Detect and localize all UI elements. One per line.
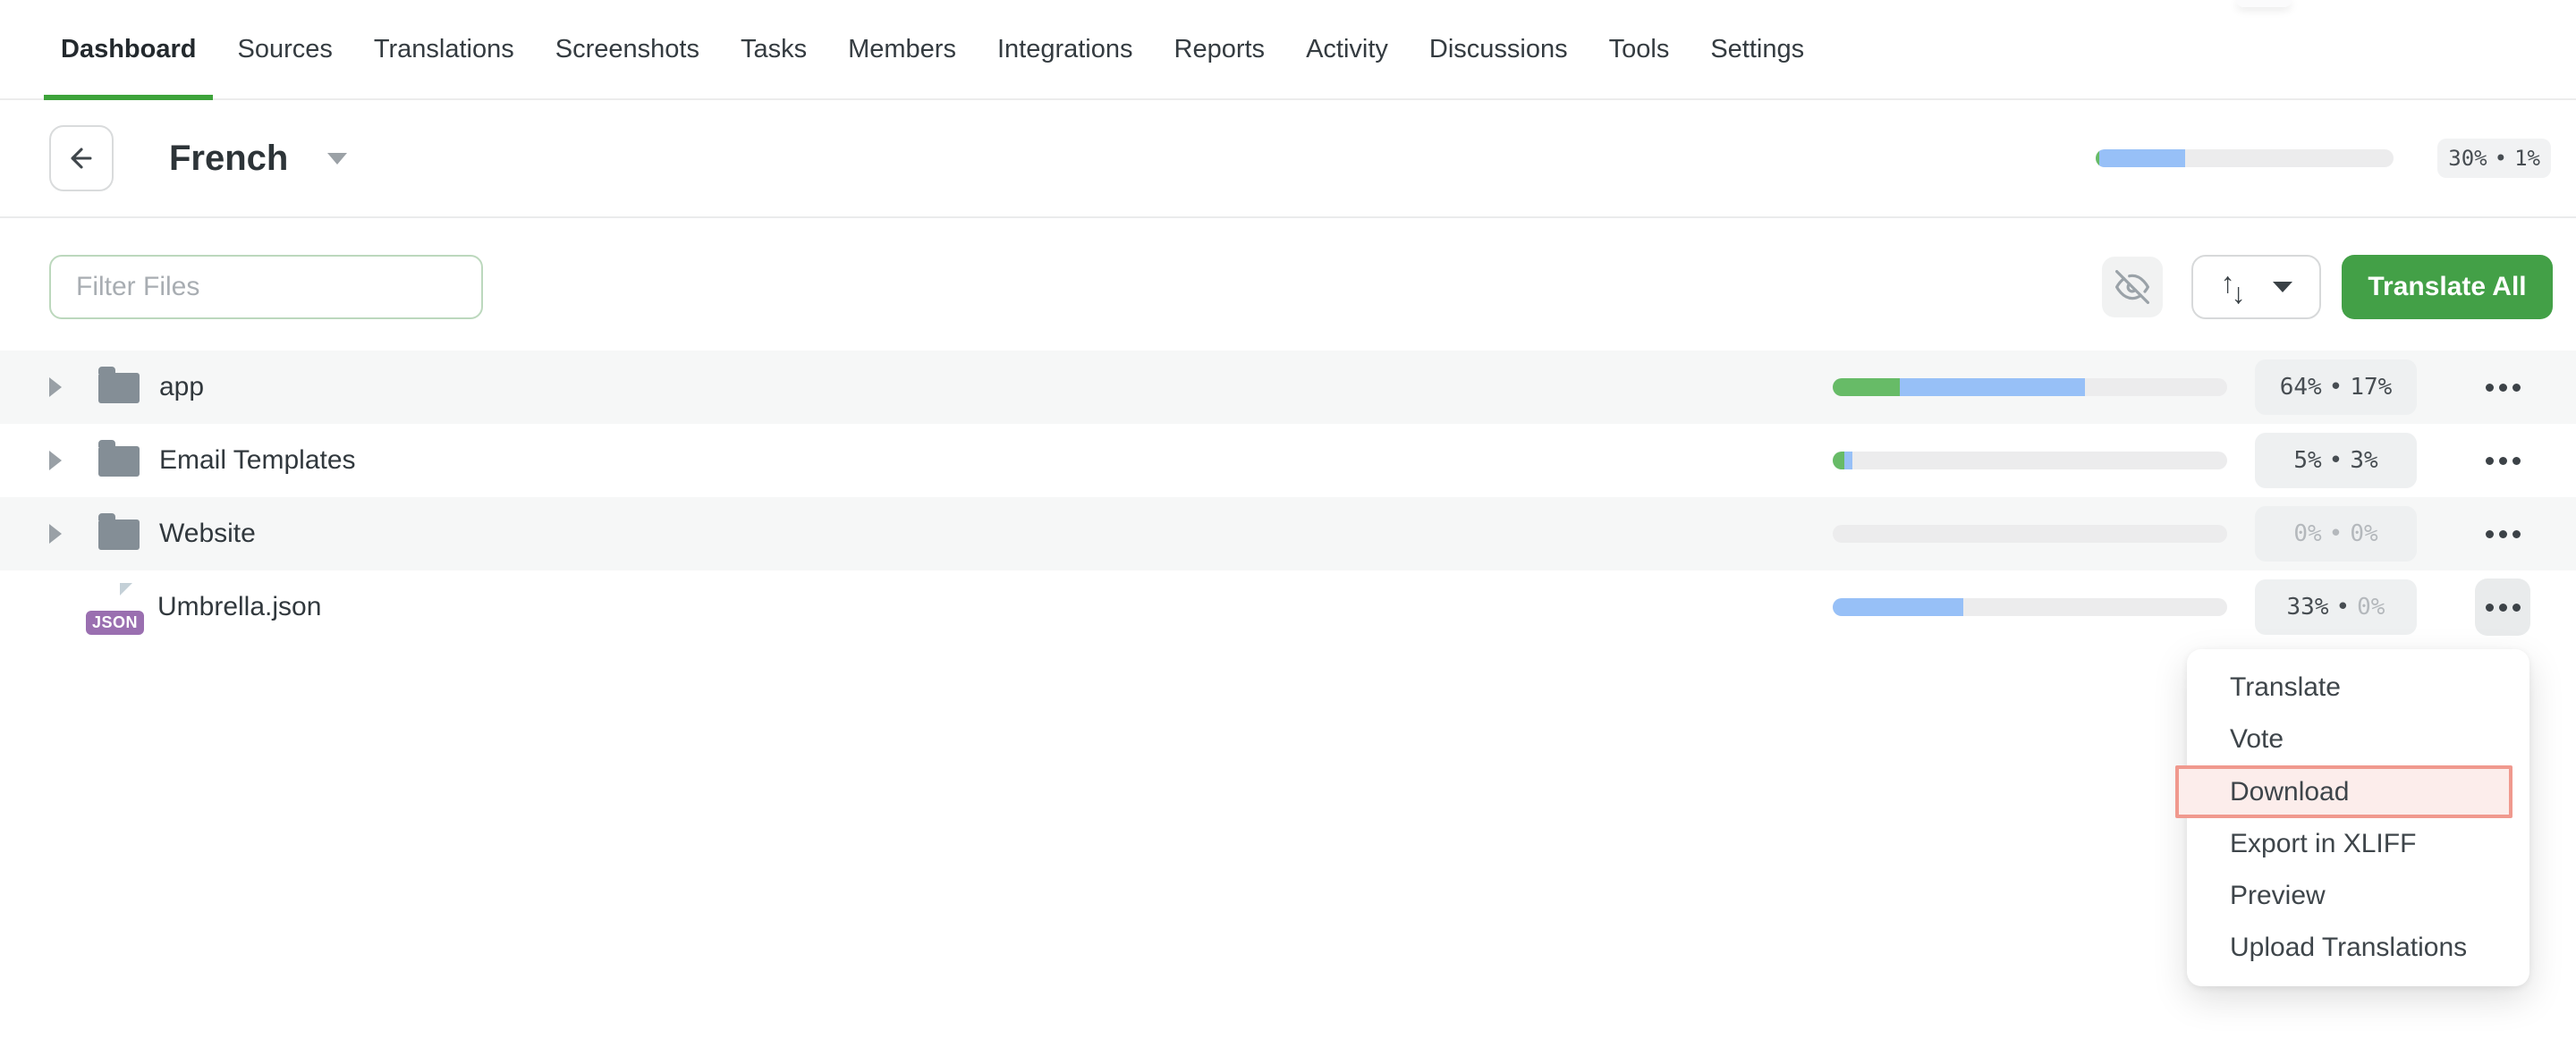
- row-actions-button[interactable]: [2475, 505, 2530, 562]
- menu-item-label: Preview: [2230, 881, 2326, 911]
- nav-tab-reports[interactable]: Reports: [1157, 0, 1283, 98]
- file-progress-badge: 0% • 0%: [2255, 506, 2417, 562]
- nav-tab-label: Tools: [1609, 35, 1670, 64]
- nav-tab-screenshots[interactable]: Screenshots: [538, 0, 716, 98]
- file-progress-badge: 33% • 0%: [2255, 579, 2417, 635]
- language-progress-badge: 30% • 1%: [2437, 139, 2551, 178]
- menu-item-export-in-xliff[interactable]: Export in XLIFF: [2187, 818, 2529, 870]
- chevron-down-icon: [2273, 282, 2292, 292]
- nav-tab-label: Dashboard: [61, 35, 196, 64]
- page-title: French: [169, 139, 288, 179]
- expand-chevron-icon[interactable]: [49, 524, 80, 544]
- nav-tab-label: Reports: [1174, 35, 1266, 64]
- file-name: Website: [159, 519, 256, 549]
- nav-tab-members[interactable]: Members: [831, 0, 973, 98]
- approved-progress-segment: [1833, 452, 1844, 469]
- arrow-left-icon: [66, 143, 97, 173]
- nav-tab-label: Settings: [1710, 35, 1804, 64]
- translated-progress-segment: [1844, 452, 1852, 469]
- file-row-email-templates[interactable]: Email Templates 5% • 3%: [0, 424, 2576, 497]
- dot-separator: •: [2336, 594, 2351, 621]
- file-progress-bar: [1833, 452, 2227, 469]
- nav-tab-translations[interactable]: Translations: [357, 0, 531, 98]
- menu-item-label: Export in XLIFF: [2230, 829, 2416, 859]
- nav-tab-label: Tasks: [741, 35, 807, 64]
- file-list: app 64% • 17% Email Templates: [0, 351, 2576, 644]
- nav-tab-label: Translations: [374, 35, 514, 64]
- file-progress-badge: 5% • 3%: [2255, 433, 2417, 488]
- nav-tab-sources[interactable]: Sources: [220, 0, 349, 98]
- file-progress-bar: [1833, 378, 2227, 396]
- nav-tab-tasks[interactable]: Tasks: [724, 0, 824, 98]
- file-row-app[interactable]: app 64% • 17%: [0, 351, 2576, 424]
- nav-tab-settings[interactable]: Settings: [1693, 0, 1821, 98]
- file-name: Email Templates: [159, 445, 356, 476]
- file-name: app: [159, 372, 204, 402]
- sort-arrows-icon: ↑↓: [2221, 273, 2250, 301]
- dot-separator: •: [2329, 447, 2343, 474]
- filter-files-input[interactable]: [49, 255, 483, 319]
- nav-tab-integrations[interactable]: Integrations: [980, 0, 1150, 98]
- row-actions-button[interactable]: [2475, 432, 2530, 489]
- language-progress-bar: [2096, 149, 2394, 167]
- dot-separator: •: [2329, 374, 2343, 401]
- menu-item-label: Vote: [2230, 724, 2284, 755]
- language-dropdown-caret-icon[interactable]: [327, 153, 347, 165]
- cropped-popover-remnant: [2236, 0, 2292, 7]
- file-row-umbrella-json[interactable]: JSON Umbrella.json 33% • 0%: [0, 570, 2576, 644]
- file-row-website[interactable]: Website 0% • 0%: [0, 497, 2576, 570]
- json-file-icon: JSON: [98, 583, 132, 624]
- file-name: Umbrella.json: [157, 592, 321, 622]
- nav-tab-label: Members: [848, 35, 956, 64]
- expand-chevron-icon[interactable]: [49, 377, 80, 397]
- nav-tab-label: Integrations: [997, 35, 1133, 64]
- translated-progress-segment: [1900, 378, 2085, 396]
- language-header: French 30% • 1%: [0, 100, 2576, 218]
- json-file-type-badge: JSON: [86, 611, 144, 635]
- menu-item-label: Download: [2230, 777, 2349, 807]
- folder-icon: [98, 446, 140, 477]
- translate-all-button[interactable]: Translate All: [2342, 255, 2553, 319]
- nav-tab-label: Discussions: [1429, 35, 1568, 64]
- sort-button[interactable]: ↑↓: [2191, 255, 2321, 319]
- row-actions-button[interactable]: [2475, 579, 2530, 636]
- nav-tab-dashboard[interactable]: Dashboard: [44, 0, 213, 98]
- menu-item-label: Translate: [2230, 672, 2341, 703]
- menu-item-label: Upload Translations: [2230, 933, 2467, 963]
- nav-tab-label: Activity: [1306, 35, 1388, 64]
- file-progress-badge: 64% • 17%: [2255, 359, 2417, 415]
- folder-icon: [98, 520, 140, 550]
- nav-tab-label: Sources: [237, 35, 332, 64]
- nav-tab-activity[interactable]: Activity: [1289, 0, 1405, 98]
- menu-item-preview[interactable]: Preview: [2187, 870, 2529, 922]
- expand-chevron-icon[interactable]: [49, 451, 80, 470]
- menu-item-vote[interactable]: Vote: [2187, 714, 2529, 765]
- nav-tab-discussions[interactable]: Discussions: [1412, 0, 1585, 98]
- nav-tab-tools[interactable]: Tools: [1592, 0, 1687, 98]
- project-nav: Dashboard Sources Translations Screensho…: [0, 0, 2576, 100]
- toggle-hidden-files-button[interactable]: [2102, 257, 2163, 317]
- approved-progress-segment: [1833, 378, 1900, 396]
- menu-item-translate[interactable]: Translate: [2187, 662, 2529, 714]
- folder-icon: [98, 373, 140, 403]
- nav-tabs: Dashboard Sources Translations Screensho…: [44, 0, 1828, 98]
- translated-progress-segment: [2099, 149, 2186, 167]
- eye-off-icon: [2115, 270, 2149, 304]
- file-progress-bar: [1833, 525, 2227, 543]
- file-context-menu: Translate Vote Download Export in XLIFF …: [2187, 649, 2529, 986]
- dot-separator: •: [2329, 520, 2343, 547]
- row-actions-button[interactable]: [2475, 359, 2530, 416]
- nav-tab-label: Screenshots: [555, 35, 699, 64]
- file-progress-bar: [1833, 598, 2227, 616]
- menu-item-upload-translations[interactable]: Upload Translations: [2187, 922, 2529, 974]
- menu-item-download[interactable]: Download: [2175, 765, 2512, 818]
- file-toolbar: ↑↓ Translate All: [0, 218, 2576, 319]
- translated-progress-segment: [1833, 598, 1963, 616]
- back-button[interactable]: [49, 125, 114, 191]
- dot-separator: •: [2495, 146, 2507, 171]
